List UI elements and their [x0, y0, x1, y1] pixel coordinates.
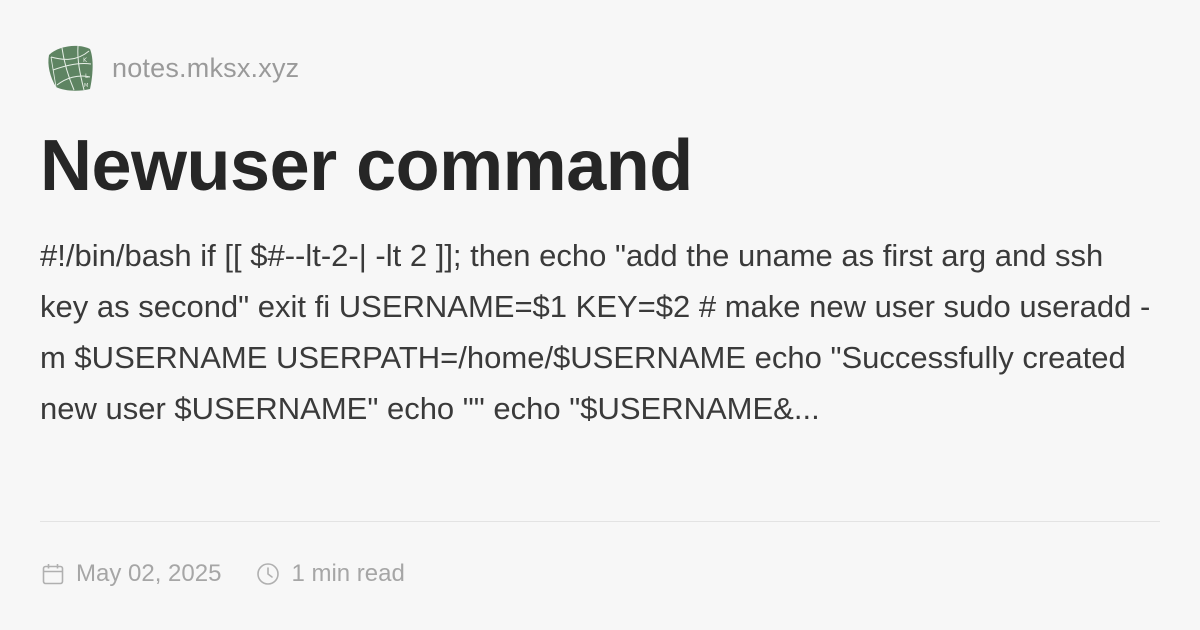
svg-text:M: M [84, 83, 88, 89]
leaf-logo-icon[interactable]: K L M [44, 42, 96, 94]
calendar-icon [42, 564, 64, 585]
clock-icon [257, 563, 280, 585]
post-read-time-label: 1 min read [291, 560, 405, 587]
site-name[interactable]: notes.mksx.xyz [112, 53, 299, 84]
post-title: Newuser command [40, 126, 693, 206]
divider [40, 521, 1160, 522]
post-read-time: 1 min read [255, 560, 405, 588]
post-date: May 02, 2025 [40, 560, 221, 588]
post-excerpt: #!/bin/bash if [[ $#--lt-2-| -lt 2 ]]; t… [40, 238, 1151, 426]
site-header: K L M notes.mksx.xyz [44, 40, 299, 96]
post-date-label: May 02, 2025 [76, 560, 222, 587]
post-meta: May 02, 2025 1 min read [40, 556, 405, 592]
